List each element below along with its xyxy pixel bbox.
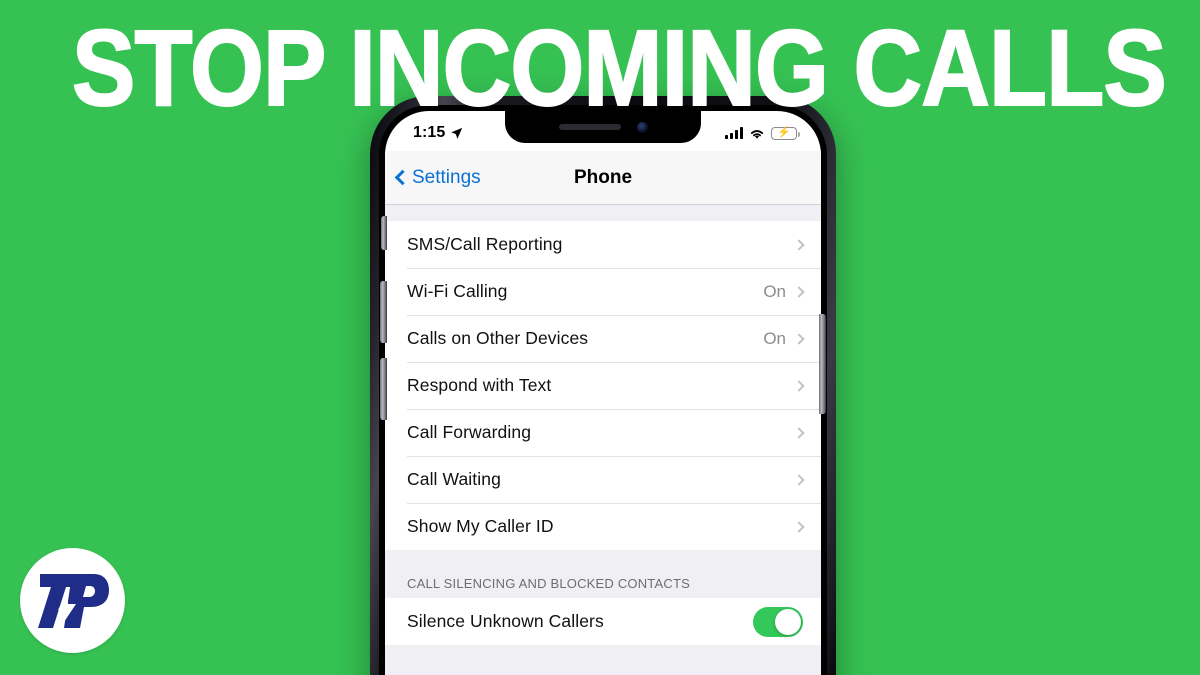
techpp-logo <box>20 548 125 653</box>
mute-switch-button[interactable] <box>381 216 387 250</box>
table-row[interactable]: Respond with Text <box>385 362 821 409</box>
volume-up-button[interactable] <box>380 281 387 343</box>
chevron-right-icon <box>793 520 805 533</box>
table-row[interactable]: Silence Unknown Callers <box>385 598 821 645</box>
toggle-knob <box>775 608 801 635</box>
location-arrow-icon <box>451 127 463 139</box>
table-row[interactable]: Call Waiting <box>385 456 821 503</box>
row-label: Respond with Text <box>407 375 552 395</box>
table-row[interactable]: Call Forwarding <box>385 409 821 456</box>
section-header: CALL SILENCING AND BLOCKED CONTACTS <box>385 550 821 598</box>
back-button[interactable]: Settings <box>394 166 481 189</box>
techpp-monogram-icon <box>37 573 109 628</box>
row-value: On <box>763 328 786 348</box>
chevron-right-icon <box>793 379 805 392</box>
page-title: STOP INCOMING CALLS <box>71 7 1168 128</box>
phone-frame: 1:15 ⚡ Settings Phone SMS/Call Reporting… <box>370 96 836 675</box>
status-bar-right: ⚡ <box>725 126 800 140</box>
list-top-gap <box>385 205 821 221</box>
settings-list[interactable]: SMS/Call Reporting Wi-Fi Calling On Call… <box>385 205 821 675</box>
chevron-right-icon <box>793 473 805 486</box>
nav-title: Phone <box>573 166 633 188</box>
cellular-signal-icon <box>725 127 743 139</box>
row-label: Show My Caller ID <box>407 516 554 536</box>
battery-charging-icon: ⚡ <box>771 126 800 140</box>
table-row[interactable]: Calls on Other Devices On <box>385 315 821 362</box>
settings-group-silencing: Silence Unknown Callers <box>385 598 821 645</box>
row-label: Silence Unknown Callers <box>407 611 604 631</box>
row-label: Call Forwarding <box>407 422 532 442</box>
chevron-right-icon <box>793 426 805 439</box>
phone-screen: 1:15 ⚡ Settings Phone SMS/Call Reporting… <box>385 111 821 675</box>
silence-unknown-callers-toggle[interactable] <box>753 606 803 637</box>
wifi-icon <box>750 129 764 139</box>
table-row[interactable]: Show My Caller ID <box>385 503 821 550</box>
settings-group-calls: SMS/Call Reporting Wi-Fi Calling On Call… <box>385 221 821 550</box>
navigation-bar: Settings Phone <box>385 151 821 205</box>
power-button[interactable] <box>819 314 826 414</box>
row-label: SMS/Call Reporting <box>407 234 563 254</box>
row-label: Call Waiting <box>407 469 501 489</box>
back-button-label: Settings <box>412 166 481 188</box>
chevron-left-icon <box>394 169 411 186</box>
chevron-right-icon <box>793 332 805 345</box>
chevron-right-icon <box>793 238 805 251</box>
chevron-right-icon <box>793 285 805 298</box>
table-row[interactable]: Wi-Fi Calling On <box>385 268 821 315</box>
row-label: Wi-Fi Calling <box>407 281 508 301</box>
iphone-mockup: 1:15 ⚡ Settings Phone SMS/Call Reporting… <box>352 96 848 675</box>
volume-down-button[interactable] <box>380 358 387 420</box>
row-value: On <box>763 281 786 301</box>
table-row[interactable]: SMS/Call Reporting <box>385 221 821 268</box>
row-label: Calls on Other Devices <box>407 328 589 348</box>
